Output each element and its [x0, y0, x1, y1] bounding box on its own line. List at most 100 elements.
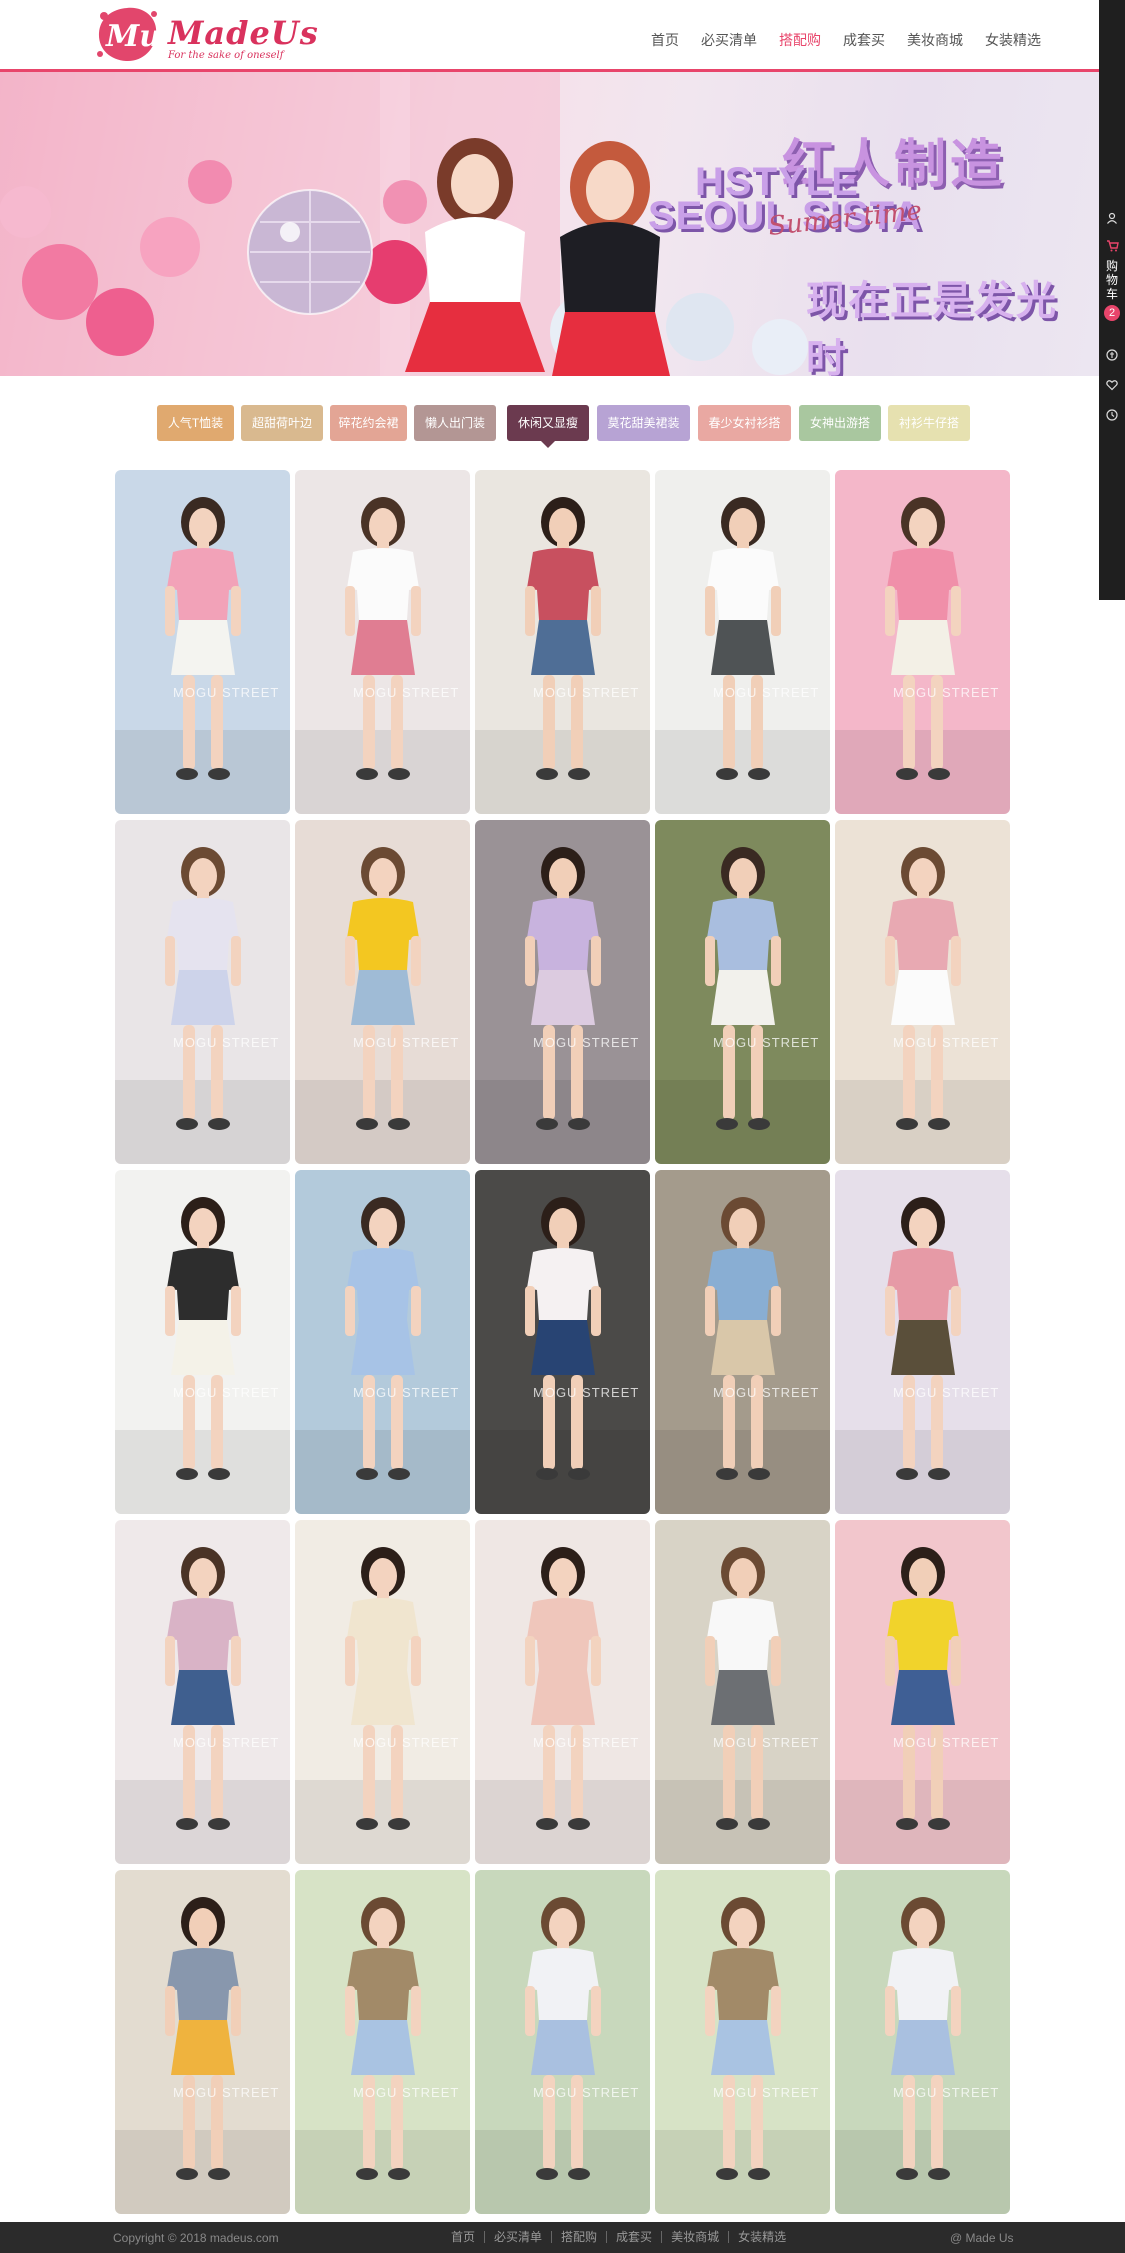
tab-shirt-denim[interactable]: 衬衫牛仔搭 [888, 405, 970, 441]
footer-link-outfit-buy[interactable]: 搭配购 [552, 2231, 608, 2243]
outfit-photo [655, 1170, 830, 1514]
outfit-photo [115, 1520, 290, 1864]
watermark-text: MOGU STREET [893, 685, 1000, 700]
outfit-card-12[interactable]: MOGU STREET [295, 1170, 470, 1514]
outfit-photo [835, 820, 1010, 1164]
nav-set-buy[interactable]: 成套买 [832, 28, 896, 52]
coin-icon[interactable] [1104, 349, 1120, 365]
outfit-card-17[interactable]: MOGU STREET [295, 1520, 470, 1864]
outfit-card-22[interactable]: MOGU STREET [295, 1870, 470, 2214]
outfit-photo [295, 1520, 470, 1864]
watermark-text: MOGU STREET [353, 1385, 460, 1400]
outfit-card-18[interactable]: MOGU STREET [475, 1520, 650, 1864]
nav-home[interactable]: 首页 [640, 28, 690, 52]
nav-must-buy[interactable]: 必买清单 [690, 28, 768, 52]
clock-icon[interactable] [1104, 409, 1120, 425]
tab-sweet-ruffle[interactable]: 超甜荷叶边 [241, 405, 323, 441]
outfit-card-4[interactable]: MOGU STREET [655, 470, 830, 814]
outfit-card-21[interactable]: MOGU STREET [115, 1870, 290, 2214]
footer-link-beauty-mall[interactable]: 美妆商城 [662, 2231, 730, 2243]
watermark-text: MOGU STREET [713, 1385, 820, 1400]
outfit-photo [115, 1870, 290, 2214]
outfit-card-3[interactable]: MOGU STREET [475, 470, 650, 814]
tab-travel-look[interactable]: 女神出游搭 [799, 405, 881, 441]
outfit-card-7[interactable]: MOGU STREET [295, 820, 470, 1164]
footer-link-set-buy[interactable]: 成套买 [607, 2231, 663, 2243]
outfit-photo [295, 1170, 470, 1514]
tab-sweet-dress[interactable]: 莫花甜美裙装 [597, 405, 690, 441]
main-nav: 首页 必买清单 搭配购 成套买 美妆商城 女装精选 [640, 28, 1052, 52]
outfit-card-9[interactable]: MOGU STREET [655, 820, 830, 1164]
outfit-photo [655, 470, 830, 814]
watermark-text: MOGU STREET [173, 1735, 280, 1750]
outfit-card-19[interactable]: MOGU STREET [655, 1520, 830, 1864]
footer-link-must-buy[interactable]: 必买清单 [485, 2231, 553, 2243]
footer-link-womenswear[interactable]: 女装精选 [729, 2231, 795, 2243]
tab-spring-shirt[interactable]: 春少女衬衫搭 [698, 405, 791, 441]
watermark-text: MOGU STREET [713, 2085, 820, 2100]
watermark-text: MOGU STREET [533, 1735, 640, 1750]
outfit-card-24[interactable]: MOGU STREET [655, 1870, 830, 2214]
hero-banner[interactable]: 红人制造 HSTYLE SEOUL SISTA Sumer time 现在正是发… [0, 72, 1099, 376]
nav-outfit-buy[interactable]: 搭配购 [768, 28, 832, 52]
outfit-card-10[interactable]: MOGU STREET [835, 820, 1010, 1164]
outfit-photo [115, 470, 290, 814]
footer-links: 首页 必买清单 搭配购 成套买 美妆商城 女装精选 [442, 2231, 795, 2243]
footer-link-home[interactable]: 首页 [442, 2231, 486, 2243]
outfit-card-1[interactable]: MOGU STREET [115, 470, 290, 814]
cart-icon [1102, 240, 1122, 255]
outfit-card-20[interactable]: MOGU STREET [835, 1520, 1010, 1864]
outfit-card-8[interactable]: MOGU STREET [475, 820, 650, 1164]
nav-beauty-mall[interactable]: 美妆商城 [896, 28, 974, 52]
tab-popular-tee[interactable]: 人气T恤装 [157, 405, 234, 441]
user-icon[interactable] [1104, 212, 1120, 228]
watermark-text: MOGU STREET [893, 2085, 1000, 2100]
outfit-photo [475, 1170, 650, 1514]
site-logo[interactable]: Mu MadeUs For the sake of oneself [92, 4, 318, 66]
watermark-text: MOGU STREET [713, 1035, 820, 1050]
watermark-text: MOGU STREET [893, 1035, 1000, 1050]
cart-button[interactable]: 购物车 2 [1102, 240, 1122, 321]
watermark-text: MOGU STREET [173, 2085, 280, 2100]
watermark-text: MOGU STREET [353, 1035, 460, 1050]
outfit-photo [475, 1520, 650, 1864]
nav-womenswear[interactable]: 女装精选 [974, 28, 1052, 52]
outfit-photo [655, 820, 830, 1164]
outfit-card-6[interactable]: MOGU STREET [115, 820, 290, 1164]
outfit-photo [115, 1170, 290, 1514]
outfit-card-13[interactable]: MOGU STREET [475, 1170, 650, 1514]
outfit-photo [655, 1870, 830, 2214]
watermark-text: MOGU STREET [533, 1385, 640, 1400]
footer-copyright: Copyright © 2018 madeus.com [113, 2231, 279, 2245]
heart-icon[interactable] [1104, 379, 1120, 395]
watermark-text: MOGU STREET [173, 685, 280, 700]
tab-lazy-outing[interactable]: 懒人出门装 [414, 405, 496, 441]
outfit-photo [295, 820, 470, 1164]
outfit-card-15[interactable]: MOGU STREET [835, 1170, 1010, 1514]
site-header: Mu MadeUs For the sake of oneself 首页 必买清… [0, 0, 1125, 72]
tab-floral-date[interactable]: 碎花约会裙 [330, 405, 407, 441]
outfit-card-11[interactable]: MOGU STREET [115, 1170, 290, 1514]
outfit-card-16[interactable]: MOGU STREET [115, 1520, 290, 1864]
watermark-text: MOGU STREET [173, 1035, 280, 1050]
watermark-text: MOGU STREET [173, 1385, 280, 1400]
site-footer: Copyright © 2018 madeus.com 首页 必买清单 搭配购 … [0, 2222, 1125, 2253]
tab-casual-slim[interactable]: 休闲又显瘦 [507, 405, 589, 448]
logo-tagline: For the sake of oneself [168, 50, 284, 61]
outfit-card-5[interactable]: MOGU STREET [835, 470, 1010, 814]
outfit-card-25[interactable]: MOGU STREET [835, 1870, 1010, 2214]
svg-text:Mu: Mu [105, 19, 161, 54]
outfit-card-14[interactable]: MOGU STREET [655, 1170, 830, 1514]
outfit-card-2[interactable]: MOGU STREET [295, 470, 470, 814]
banner-slogan: 现在正是发光时 [806, 279, 1058, 376]
outfit-photo [115, 820, 290, 1164]
watermark-text: MOGU STREET [713, 685, 820, 700]
outfit-photo [295, 470, 470, 814]
watermark-text: MOGU STREET [533, 1035, 640, 1050]
outfit-photo [295, 1870, 470, 2214]
outfit-card-23[interactable]: MOGU STREET [475, 1870, 650, 2214]
cart-label: 购物车 [1106, 259, 1119, 301]
watermark-text: MOGU STREET [533, 2085, 640, 2100]
watermark-text: MOGU STREET [893, 1735, 1000, 1750]
outfit-photo [835, 1170, 1010, 1514]
